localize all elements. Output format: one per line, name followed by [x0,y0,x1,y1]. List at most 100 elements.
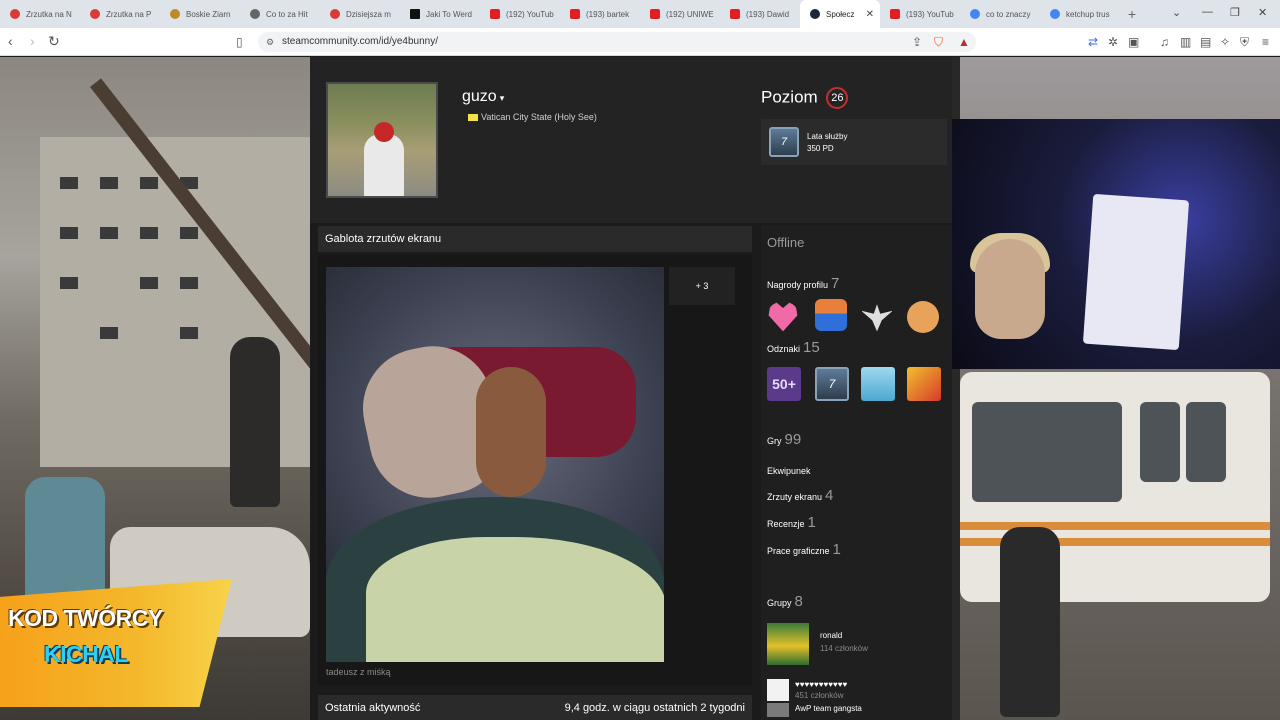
new-tab-button[interactable]: + [1120,6,1144,22]
group-avatar[interactable] [767,679,789,701]
badge-xp: 350 PD [807,144,834,153]
profile-username[interactable]: guzo ▾ [462,88,504,106]
group-members: 451 członków [795,691,844,700]
screenshot-showcase: + 3 tadeusz z miśką [318,255,752,685]
games-link[interactable]: Gry 99 [767,431,801,448]
building-window [60,227,78,239]
restore-icon[interactable]: ❐ [1230,6,1240,19]
tab-favicon-icon [330,9,340,19]
building-window [180,277,198,289]
browser-tab[interactable]: Dzisiejsza m [320,0,400,28]
building-window [100,177,118,189]
group-avatar[interactable] [767,623,809,665]
tab-favicon-icon [90,9,100,19]
badges-link[interactable]: Odznaki 15 [767,339,820,356]
browser-tab[interactable]: Zrzutka na P [80,0,160,28]
sidebar-icon[interactable]: ▥ [1180,35,1191,49]
close-window-icon[interactable]: ✕ [1258,6,1267,19]
more-screenshots-button[interactable]: + 3 [669,267,735,305]
translate-icon[interactable]: ⇄ [1088,35,1098,49]
tab-favicon-icon [10,9,20,19]
browser-tab[interactable]: Jaki To Werd [400,0,480,28]
building-window [140,177,158,189]
vpn-icon[interactable]: ⛨ [1240,35,1249,50]
level-badge: 26 [826,87,849,109]
badge-50-plus[interactable]: 50+ [767,367,801,401]
heart-award-icon[interactable] [768,302,798,332]
google-icon [970,9,980,19]
media-icon[interactable]: ♫ [1160,35,1169,49]
browser-tab[interactable]: co to znaczy [960,0,1040,28]
browser-tab[interactable]: Co to za Hit [240,0,320,28]
brave-shield-icon[interactable]: ⛉ [934,35,943,50]
inventory-link[interactable]: Ekwipunek [767,466,811,476]
tab-favicon-icon [250,9,260,19]
url-field[interactable]: ⚙ steamcommunity.com/id/ye4bunny/ [258,32,976,52]
share-icon[interactable]: ⇪ [912,35,922,49]
profile-awards-link[interactable]: Nagrody profilu 7 [767,275,839,292]
bookmark-icon[interactable]: ▯ [236,35,243,49]
extensions-icon[interactable]: ✲ [1108,35,1118,49]
browser-tab[interactable]: (193) bartek [560,0,640,28]
back-icon[interactable]: ‹ [8,33,13,49]
building-window [140,277,158,289]
site-info-icon[interactable]: ⚙ [266,37,274,48]
reload-icon[interactable]: ↻ [48,33,60,50]
forward-icon[interactable]: › [30,33,35,49]
reviews-link[interactable]: Recenzje 1 [767,514,816,531]
online-status: Offline [767,235,805,250]
browser-tab[interactable]: Zrzutka na N [0,0,80,28]
trophy-award-icon[interactable] [815,299,847,331]
leo-ai-icon[interactable]: ✧ [1220,35,1230,49]
youtube-icon [890,9,900,19]
featured-screenshot[interactable] [326,267,664,662]
group-name[interactable]: AwP team gangsta [795,704,862,713]
group-name[interactable]: ♥♥♥♥♥♥♥♥♥♥♥ [795,680,847,689]
recent-activity-header: Ostatnia aktywność 9,4 godz. w ciągu ost… [318,695,752,720]
screenshot-sheet [366,537,664,662]
youtube-icon [650,9,660,19]
profile-level[interactable]: Poziom 26 [761,87,849,109]
profile-location: Vatican City State (Holy See) [468,112,597,122]
browser-tab[interactable]: Boskie Ziarn [160,0,240,28]
years-of-service-badge[interactable]: 7 [815,367,849,401]
browser-tab[interactable]: (192) UNIWE [640,0,720,28]
anime-badge-icon[interactable] [861,367,895,401]
game-badge-icon[interactable] [907,367,941,401]
building-window [60,177,78,189]
chevron-down-icon[interactable]: ▾ [500,93,505,103]
screenshots-link[interactable]: Zrzuty ekranu 4 [767,487,833,504]
duck-award-icon[interactable] [907,301,939,333]
background-character [1000,527,1060,717]
background-character [230,337,280,507]
artwork-link[interactable]: Prace graficzne 1 [767,541,841,558]
close-tab-icon[interactable]: ✕ [866,9,874,20]
building-window [180,327,198,339]
wallet-icon[interactable]: ▤ [1200,35,1211,49]
browser-tab[interactable]: ketchup trus [1040,0,1120,28]
bus-window [972,402,1122,502]
minimize-icon[interactable]: — [1202,6,1213,18]
building-window [140,227,158,239]
screenshot-showcase-title: Gablota zrzutów ekranu [318,226,752,252]
browser-tab-active[interactable]: Społecz ✕ [800,0,880,28]
brave-rewards-icon[interactable]: ▲ [958,35,970,49]
avatar[interactable] [326,82,438,198]
group-avatar[interactable] [767,703,789,717]
groups-link[interactable]: Grupy 8 [767,593,803,610]
tab-bar: Zrzutka na N Zrzutka na P Boskie Ziarn C… [0,0,1280,28]
youtube-icon [730,9,740,19]
browser-tab[interactable]: (193) Dawid [720,0,800,28]
tab-favicon-icon [170,9,180,19]
menu-icon[interactable]: ≡ [1262,35,1269,49]
tab-search-icon[interactable]: ⌄ [1172,6,1181,19]
browser-tab[interactable]: (192) YouTub [480,0,560,28]
featured-badge[interactable]: 7 Lata służby 350 PD [761,119,947,165]
browser-tab[interactable]: (193) YouTub [880,0,960,28]
youtube-icon [570,9,580,19]
bus-stripe [960,522,1270,530]
group-name[interactable]: ronald [820,631,842,640]
wings-award-icon[interactable] [861,304,893,332]
screenshot-icon[interactable]: ▣ [1128,35,1139,49]
recent-activity-summary: 9,4 godz. w ciągu ostatnich 2 tygodni [564,702,745,714]
